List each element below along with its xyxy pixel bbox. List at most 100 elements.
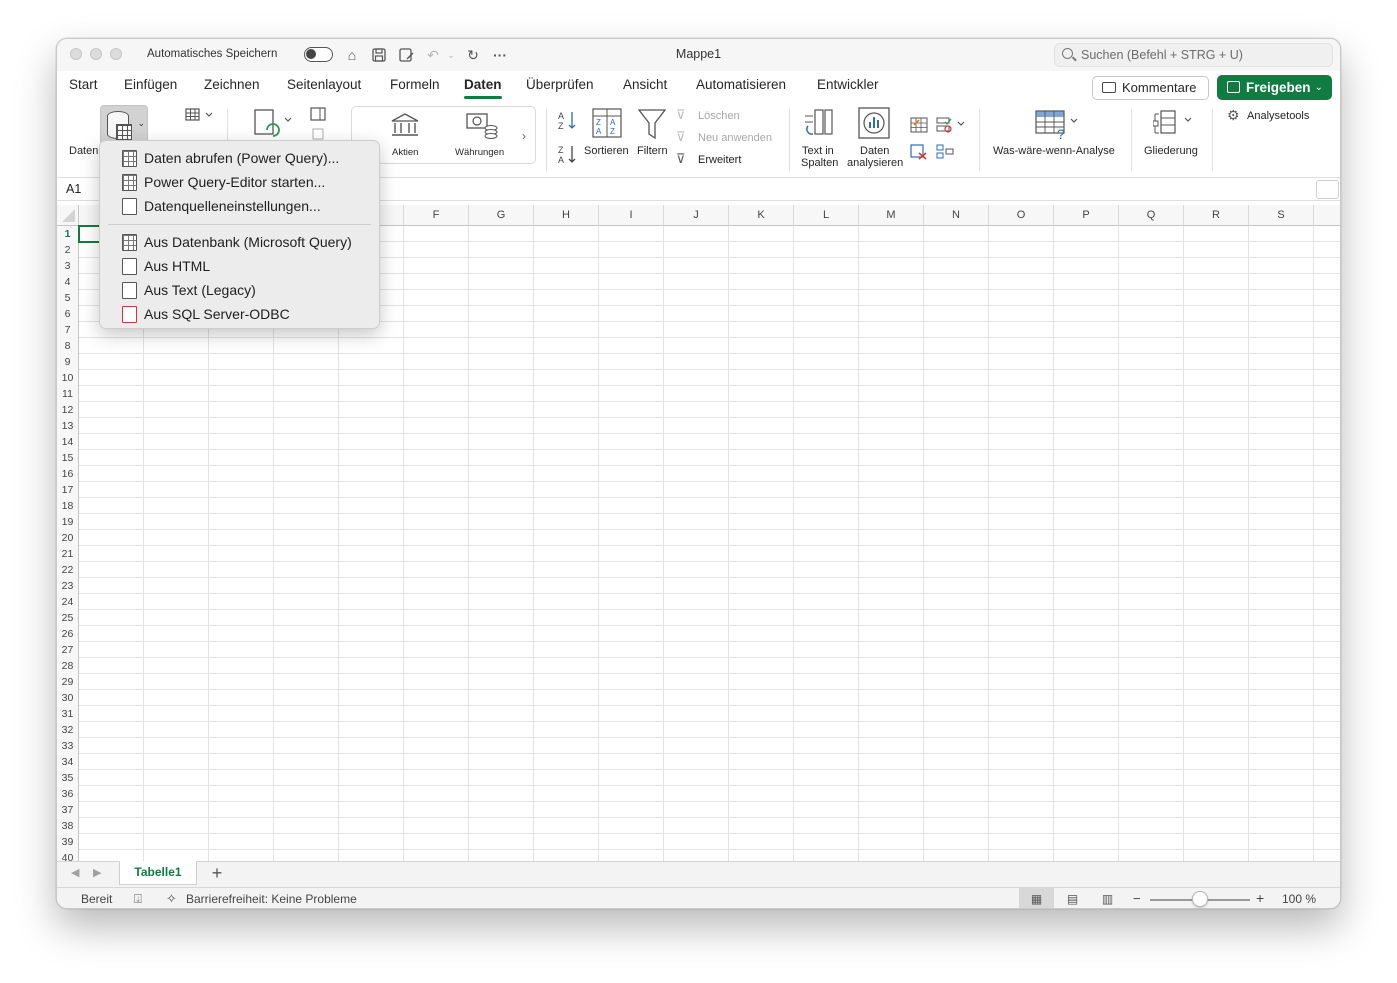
redo-icon[interactable]: ↻ xyxy=(463,45,483,65)
row-header[interactable]: 32 xyxy=(57,722,79,738)
zoom-level[interactable]: 100 % xyxy=(1282,892,1316,906)
column-header[interactable]: N xyxy=(924,205,989,226)
row-header[interactable]: 17 xyxy=(57,482,79,498)
what-if-icon[interactable]: ? xyxy=(1035,110,1081,145)
zoom-slider-handle[interactable] xyxy=(1192,891,1208,907)
row-header[interactable]: 38 xyxy=(57,818,79,834)
row-header[interactable]: 11 xyxy=(57,386,79,402)
row-header[interactable]: 30 xyxy=(57,690,79,706)
tab-seitenlayout[interactable]: Seitenlayout xyxy=(287,77,361,92)
zoom-out-button[interactable]: − xyxy=(1133,891,1141,906)
tab-ueberpruefen[interactable]: Überprüfen xyxy=(526,77,594,92)
column-header[interactable]: Q xyxy=(1119,205,1184,226)
advanced-filter-button[interactable]: Erweitert xyxy=(698,153,741,167)
stocks-label[interactable]: Aktien xyxy=(392,147,418,159)
row-header[interactable]: 19 xyxy=(57,514,79,530)
row-header[interactable]: 26 xyxy=(57,626,79,642)
row-header[interactable]: 31 xyxy=(57,706,79,722)
share-button[interactable]: Freigeben ⌄ xyxy=(1217,75,1332,100)
page-layout-view-button[interactable]: ▤ xyxy=(1055,888,1090,908)
from-table-icon[interactable] xyxy=(185,108,213,127)
filter-label[interactable]: Filtern xyxy=(637,145,668,157)
stocks-icon[interactable] xyxy=(390,112,420,143)
outline-label[interactable]: Gliederung xyxy=(1144,145,1198,157)
row-header[interactable]: 8 xyxy=(57,338,79,354)
row-header[interactable]: 22 xyxy=(57,562,79,578)
column-header[interactable]: R xyxy=(1184,205,1249,226)
menu-get-data-power-query[interactable]: Daten abrufen (Power Query)... xyxy=(100,147,379,169)
row-header[interactable]: 4 xyxy=(57,274,79,290)
row-header[interactable]: 12 xyxy=(57,402,79,418)
close-window-button[interactable] xyxy=(70,48,82,60)
column-header[interactable]: F xyxy=(404,205,469,226)
undo-icon[interactable]: ↶ xyxy=(423,45,443,65)
column-header[interactable]: M xyxy=(859,205,924,226)
row-header[interactable]: 24 xyxy=(57,594,79,610)
row-header[interactable]: 33 xyxy=(57,738,79,754)
row-header[interactable]: 21 xyxy=(57,546,79,562)
row-header[interactable]: 16 xyxy=(57,466,79,482)
tab-zeichnen[interactable]: Zeichnen xyxy=(204,77,260,92)
tab-formeln[interactable]: Formeln xyxy=(390,77,440,92)
analyze-data-icon[interactable] xyxy=(857,106,891,145)
minimize-window-button[interactable] xyxy=(90,48,102,60)
column-header[interactable]: L xyxy=(794,205,859,226)
data-validation-icon[interactable] xyxy=(936,117,966,138)
menu-from-sql-server[interactable]: Aus SQL Server-ODBC xyxy=(100,303,379,325)
column-header[interactable]: G xyxy=(469,205,534,226)
row-header[interactable]: 37 xyxy=(57,802,79,818)
home-icon[interactable]: ⌂ xyxy=(342,45,362,65)
row-header[interactable]: 1 xyxy=(57,226,79,242)
analyze-data-label-2[interactable]: analysieren xyxy=(847,157,903,169)
flash-fill-icon[interactable] xyxy=(910,117,928,138)
currencies-label[interactable]: Währungen xyxy=(455,147,504,159)
sheet-tab-tabelle1[interactable]: Tabelle1 xyxy=(119,861,197,885)
row-header[interactable]: 39 xyxy=(57,834,79,850)
row-header[interactable]: 3 xyxy=(57,258,79,274)
sort-icon[interactable]: ZAAZ xyxy=(592,108,622,143)
column-header[interactable]: S xyxy=(1249,205,1314,226)
row-header[interactable]: 40 xyxy=(57,850,79,861)
text-to-columns-icon[interactable] xyxy=(803,108,833,143)
tab-daten[interactable]: Daten xyxy=(464,77,502,99)
row-header[interactable]: 23 xyxy=(57,578,79,594)
row-header[interactable]: 28 xyxy=(57,658,79,674)
sheet-next-icon[interactable]: ▶ xyxy=(93,866,101,879)
row-header[interactable]: 36 xyxy=(57,786,79,802)
row-header[interactable]: 5 xyxy=(57,290,79,306)
page-break-view-button[interactable]: ▥ xyxy=(1090,888,1125,908)
zoom-window-button[interactable] xyxy=(110,48,122,60)
tab-ansicht[interactable]: Ansicht xyxy=(623,77,667,92)
row-header[interactable]: 14 xyxy=(57,434,79,450)
column-header[interactable]: P xyxy=(1054,205,1119,226)
what-if-label[interactable]: Was-wäre-wenn-Analyse xyxy=(993,145,1115,157)
remove-duplicates-icon[interactable] xyxy=(910,144,928,165)
save-as-icon[interactable] xyxy=(396,45,416,65)
analysis-tools-button[interactable]: Analysetools xyxy=(1247,109,1309,123)
macro-recording-icon[interactable]: ⍗ xyxy=(134,891,142,907)
text-to-columns-label-1[interactable]: Text in xyxy=(802,145,834,157)
column-header[interactable]: O xyxy=(989,205,1054,226)
clear-filter-button[interactable]: Löschen xyxy=(698,109,740,123)
tab-automatisieren[interactable]: Automatisieren xyxy=(696,77,786,92)
more-icon[interactable]: ··· xyxy=(490,45,510,65)
sort-az-icon[interactable]: AZ xyxy=(557,109,577,136)
row-header[interactable]: 9 xyxy=(57,354,79,370)
sort-za-icon[interactable]: ZA xyxy=(557,143,577,170)
normal-view-button[interactable]: ▦ xyxy=(1019,888,1054,908)
sort-label[interactable]: Sortieren xyxy=(584,145,629,157)
row-header[interactable]: 29 xyxy=(57,674,79,690)
tab-start[interactable]: Start xyxy=(69,77,98,92)
row-header[interactable]: 7 xyxy=(57,322,79,338)
column-header[interactable]: I xyxy=(599,205,664,226)
outline-icon[interactable] xyxy=(1152,109,1193,142)
accessibility-status[interactable]: Barrierefreiheit: Keine Probleme xyxy=(186,892,357,906)
currencies-icon[interactable] xyxy=(465,112,499,145)
column-header[interactable]: J xyxy=(664,205,729,226)
text-to-columns-label-2[interactable]: Spalten xyxy=(801,157,838,169)
column-header[interactable]: H xyxy=(534,205,599,226)
reapply-button[interactable]: Neu anwenden xyxy=(698,131,772,145)
add-sheet-button[interactable]: + xyxy=(207,863,227,884)
row-header[interactable]: 6 xyxy=(57,306,79,322)
analyze-data-label-1[interactable]: Daten xyxy=(860,145,889,157)
